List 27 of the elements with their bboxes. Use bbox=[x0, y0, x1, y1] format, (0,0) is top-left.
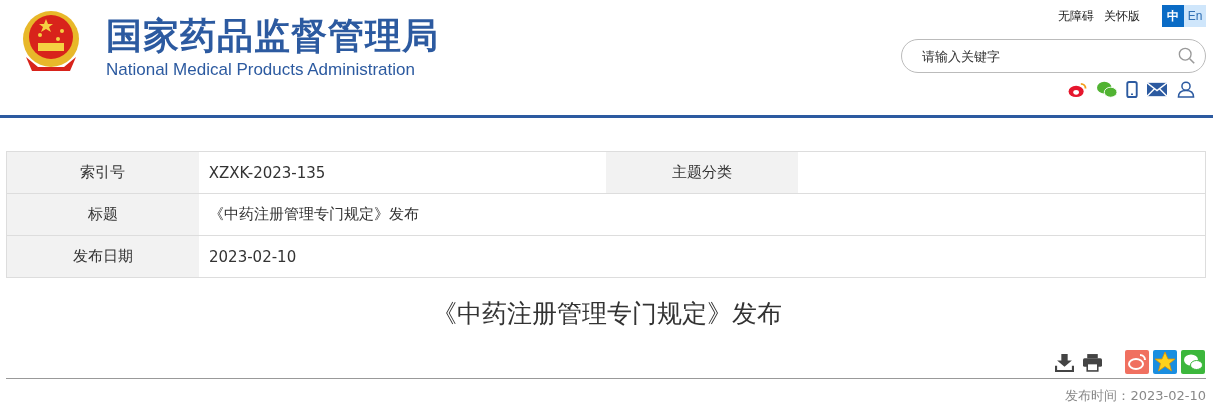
download-icon[interactable] bbox=[1055, 352, 1074, 372]
table-cell-text: 《中药注册管理专门规定》发布 bbox=[208, 204, 420, 225]
wechat-icon[interactable] bbox=[1097, 81, 1117, 98]
header-link[interactable]: 无障碍 bbox=[1058, 7, 1094, 25]
weibo-icon[interactable] bbox=[1068, 81, 1088, 98]
publish-time: 发布时间：2023-02-10 bbox=[1065, 387, 1206, 405]
table-cell-text: 2023-02-10 bbox=[208, 246, 298, 268]
user-icon[interactable] bbox=[1176, 81, 1196, 98]
site-subtitle: National Medical Products Administration bbox=[106, 59, 416, 81]
header-link[interactable]: 关怀版 bbox=[1104, 7, 1140, 25]
wechat-share-icon[interactable] bbox=[1181, 350, 1205, 374]
search-field[interactable]: 请输入关键字 bbox=[901, 39, 1206, 73]
star-share-icon[interactable] bbox=[1153, 350, 1177, 374]
language-tab[interactable]: En bbox=[1184, 5, 1206, 27]
table-label: 主题分类 bbox=[606, 152, 798, 193]
table-cell-text: XZXK-2023-135 bbox=[207, 162, 327, 184]
mobile-icon[interactable] bbox=[1126, 81, 1138, 98]
search-icon[interactable] bbox=[1178, 47, 1196, 65]
mail-icon[interactable] bbox=[1147, 81, 1167, 98]
print-icon[interactable] bbox=[1083, 352, 1102, 372]
article-title: 《中药注册管理专门规定》发布 bbox=[430, 298, 783, 330]
table-label: 发布日期 bbox=[7, 236, 199, 277]
site-title: 国家药品监督管理局 bbox=[106, 14, 439, 58]
language-tab[interactable]: 中 bbox=[1162, 5, 1184, 27]
table-label: 索引号 bbox=[7, 152, 199, 193]
table-label: 标题 bbox=[7, 194, 199, 235]
weibo-share-icon[interactable] bbox=[1125, 350, 1149, 374]
